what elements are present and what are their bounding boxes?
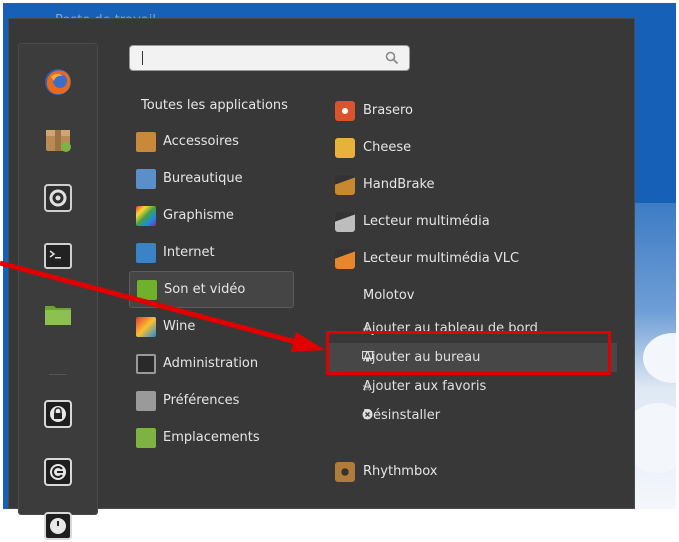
annotation-arrow	[0, 260, 325, 352]
power-icon	[44, 512, 72, 540]
shutdown-button[interactable]	[42, 510, 74, 542]
